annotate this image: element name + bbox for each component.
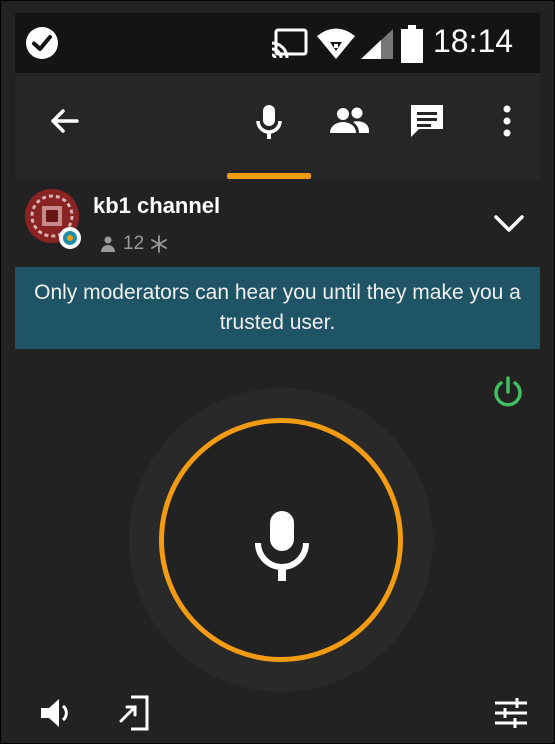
clock-time: 18:14	[433, 23, 514, 59]
chevron-down-icon[interactable]	[491, 209, 527, 239]
active-tab-indicator	[227, 173, 311, 179]
status-bar: 18:14	[15, 13, 540, 73]
tune-settings-icon[interactable]	[491, 693, 531, 733]
tab-chat[interactable]	[405, 99, 449, 143]
check-circle-icon	[26, 27, 58, 59]
channel-member-info: 12	[99, 233, 168, 255]
cast-icon	[271, 28, 308, 59]
battery-icon	[401, 25, 423, 63]
microphone-icon	[255, 511, 309, 581]
speaker-volume-icon[interactable]	[37, 693, 77, 733]
wifi-icon	[317, 28, 355, 59]
signal-icon	[361, 29, 393, 59]
member-count: 12	[123, 233, 145, 254]
tab-users[interactable]	[327, 99, 371, 143]
mic-icon	[256, 105, 282, 139]
moderation-notice-banner: Only moderators can hear you until they …	[15, 267, 540, 349]
chat-icon	[411, 105, 443, 137]
push-to-talk-button[interactable]	[159, 418, 403, 662]
phone-screen: 18:14 kb1 channel 12 Only moderators can…	[15, 13, 540, 743]
back-arrow-icon[interactable]	[43, 99, 87, 143]
banner-text: Only moderators can hear you until they …	[34, 281, 521, 334]
channel-name: kb1 channel	[93, 193, 221, 218]
power-icon[interactable]	[491, 375, 525, 409]
people-icon	[330, 107, 369, 133]
person-icon	[101, 236, 115, 252]
tab-microphone[interactable]	[247, 99, 291, 143]
moderator-badge-icon	[59, 227, 81, 249]
channel-header[interactable]: kb1 channel 12	[15, 181, 540, 267]
snowflake-icon	[151, 235, 168, 253]
more-options-icon[interactable]	[485, 99, 529, 143]
exit-to-app-icon[interactable]	[117, 693, 157, 733]
screenshot-frame: 18:14 kb1 channel 12 Only moderators can…	[0, 0, 555, 744]
app-toolbar	[15, 73, 540, 181]
